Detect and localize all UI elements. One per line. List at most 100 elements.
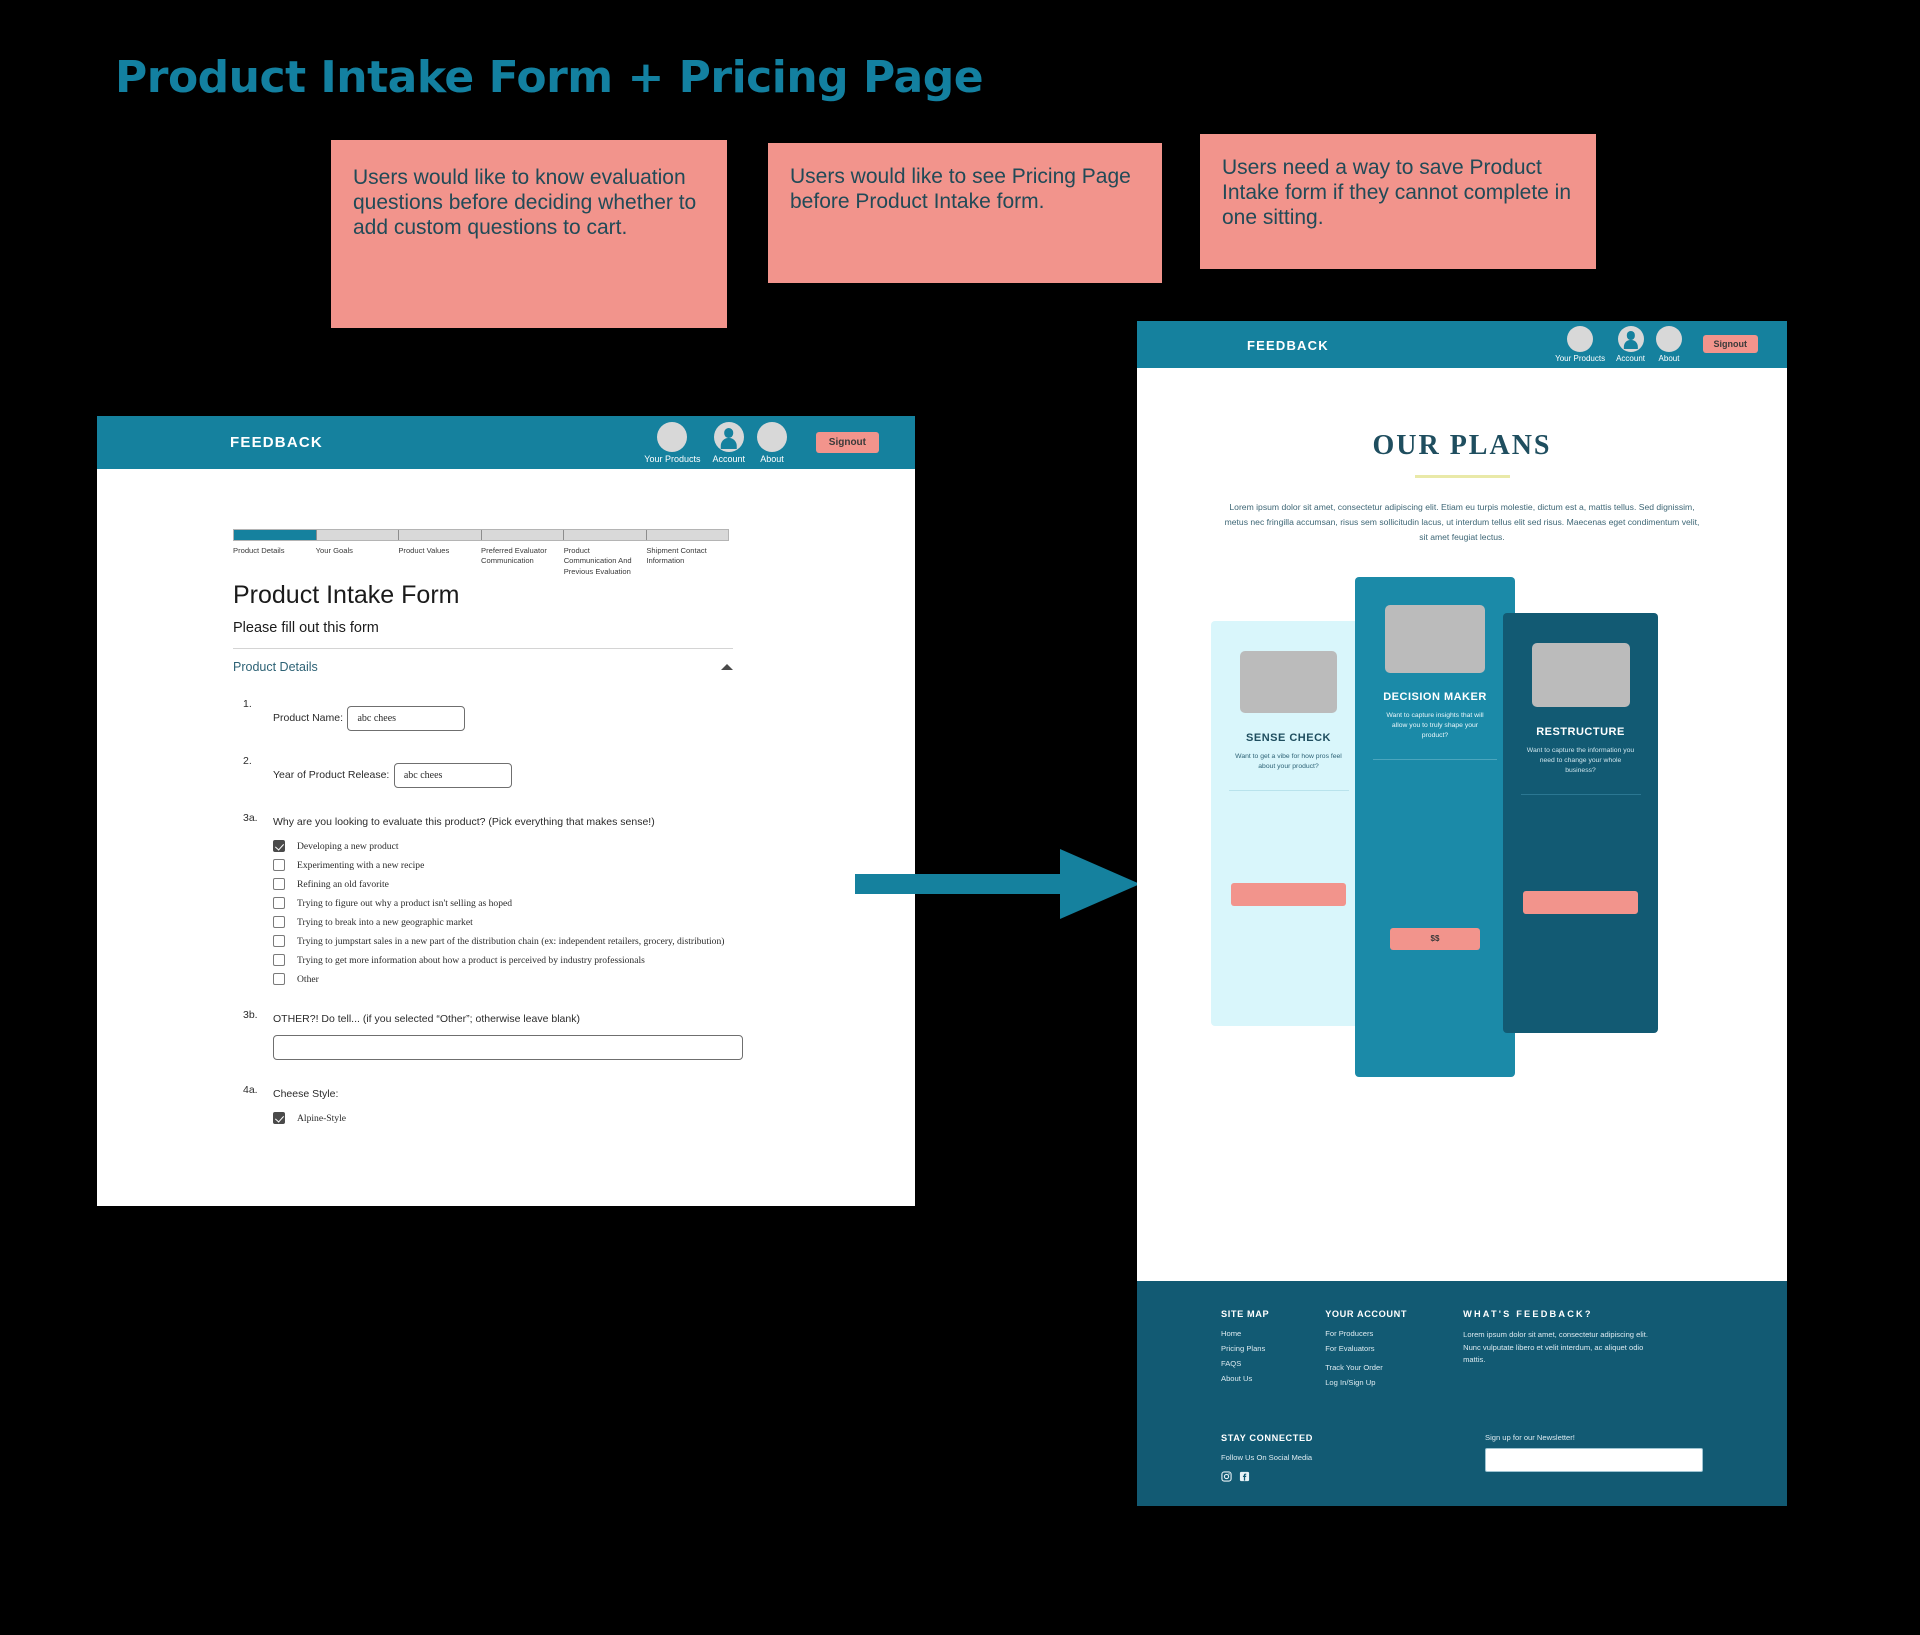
footer-heading: STAY CONNECTED [1221,1433,1313,1443]
facebook-icon[interactable] [1239,1471,1250,1482]
checkbox-group-3a: Developing a new product Experimenting w… [273,840,733,985]
nav-item-account[interactable]: Account [712,422,745,464]
progress-segment-1[interactable] [234,530,317,540]
progress-labels: Product Details Your Goals Product Value… [233,546,729,577]
product-name-input[interactable] [347,706,466,731]
checkbox-label: Trying to jumpstart sales in a new part … [297,935,725,947]
checkbox-checked-icon[interactable] [273,1112,285,1124]
footer-link[interactable]: Pricing Plans [1221,1344,1269,1353]
checkbox-icon[interactable] [273,897,285,909]
plan-cta-button[interactable] [1231,882,1346,906]
plan-cta-button[interactable]: $$ [1390,927,1480,950]
pricing-navbar: FEEDBACK Your Products Account About Sig… [1137,321,1787,368]
other-detail-input[interactable] [273,1035,743,1060]
circle-avatar-icon [657,422,688,452]
plan-card-sense-check[interactable]: SENSE CHECK Want to get a vibe for how p… [1211,621,1366,1027]
footer-link[interactable]: FAQS [1221,1359,1269,1368]
question-2: 2. Year of Product Release: [233,755,733,788]
year-of-release-input[interactable] [393,763,512,788]
progress-step-label: Product Values [398,546,450,555]
footer-columns: SITE MAP Home Pricing Plans FAQS About U… [1221,1309,1703,1393]
footer-subtext: Follow Us On Social Media [1221,1453,1313,1462]
footer-column-whats-feedback: WHAT'S FEEDBACK? Lorem ipsum dolor sit a… [1463,1309,1653,1393]
checkbox-option[interactable]: Experimenting with a new recipe [273,859,733,871]
circle-avatar-icon [1567,326,1594,352]
footer-link[interactable]: For Producers [1325,1329,1407,1338]
product-intake-form-screenshot: FEEDBACK Your Products Account About Sig… [97,416,915,1206]
checkbox-label: Other [297,973,319,985]
flow-arrow [855,849,1140,919]
progress-segment-2[interactable] [316,530,399,540]
progress-step-label: Shipment Contact Information [646,546,707,566]
nav-label: About [1658,354,1680,363]
progress-segment-5[interactable] [564,530,647,540]
footer-link[interactable]: Log In/Sign Up [1325,1378,1407,1387]
checkbox-option[interactable]: Developing a new product [273,840,733,852]
nav-label: About [760,454,784,464]
plan-image-placeholder [1240,651,1337,714]
nav-item-your-products[interactable]: Your Products [1555,326,1605,363]
question-text: OTHER?! Do tell... (if you selected “Oth… [273,1013,580,1025]
checkbox-icon[interactable] [273,935,285,947]
checkbox-option[interactable]: Alpine-Style [273,1112,733,1124]
progress-segment-4[interactable] [481,530,564,540]
footer-link[interactable]: About Us [1221,1374,1269,1383]
nav-label: Your Products [1555,354,1606,363]
sticky-note-text: Users would like to see Pricing Page bef… [790,165,1131,213]
checkbox-group-4a: Alpine-Style [273,1112,733,1124]
question-number: 1. [243,698,252,710]
newsletter-label: Sign up for our Newsletter! [1485,1433,1575,1442]
question-3a: 3a. Why are you looking to evaluate this… [233,812,733,985]
person-account-icon [713,422,744,452]
checkbox-icon[interactable] [273,878,285,890]
brand-logo: FEEDBACK [230,434,323,451]
footer-link[interactable]: Track Your Order [1325,1363,1407,1372]
sticky-note-2: Users would like to see Pricing Page bef… [768,143,1162,283]
plan-card-decision-maker[interactable]: DECISION MAKER Want to capture insights … [1355,577,1515,1078]
checkbox-checked-icon[interactable] [273,840,285,852]
footer-link[interactable]: For Evaluators [1325,1344,1407,1353]
checkbox-icon[interactable] [273,954,285,966]
newsletter-block: Sign up for our Newsletter! [1485,1433,1703,1472]
progress-segment-3[interactable] [399,530,482,540]
circle-avatar-icon [1656,326,1682,352]
instagram-icon[interactable] [1221,1471,1232,1482]
section-header-product-details[interactable]: Product Details [233,660,733,674]
newsletter-input[interactable] [1485,1448,1703,1472]
checkbox-icon[interactable] [273,973,285,985]
nav-item-your-products[interactable]: Your Products [644,422,700,464]
intake-brand-wrap: FEEDBACK [230,434,323,452]
checkbox-icon[interactable] [273,916,285,928]
signout-button[interactable]: Signout [1702,335,1758,353]
intake-form-body: Product Intake Form Please fill out this… [233,581,743,1131]
question-text: Why are you looking to evaluate this pro… [273,816,655,828]
checkbox-option[interactable]: Other [273,973,733,985]
plan-card-restructure[interactable]: RESTRUCTURE Want to capture the informat… [1503,613,1658,1034]
checkbox-option[interactable]: Trying to get more information about how… [273,954,733,966]
signout-button[interactable]: Signout [815,432,879,453]
plans-header: OUR PLANS Lorem ipsum dolor sit amet, co… [1137,430,1787,545]
sticky-note-text: Users would like to know evaluation ques… [353,166,697,239]
checkbox-option[interactable]: Trying to jumpstart sales in a new part … [273,935,733,947]
checkbox-icon[interactable] [273,859,285,871]
sticky-note-text: Users need a way to save Product Intake … [1222,156,1572,229]
checkbox-option[interactable]: Trying to figure out why a product isn't… [273,897,733,909]
chevron-up-icon[interactable] [721,664,733,670]
form-divider [233,648,733,649]
nav-item-account[interactable]: Account [1616,326,1645,363]
nav-label: Your Products [644,454,701,464]
plan-description: Want to capture insights that will allow… [1386,712,1484,739]
checkbox-option[interactable]: Refining an old favorite [273,878,733,890]
nav-item-about[interactable]: About [1656,326,1682,363]
plan-cards: SENSE CHECK Want to get a vibe for how p… [1137,577,1787,1097]
nav-item-about[interactable]: About [757,422,787,464]
progress-segment-6[interactable] [646,530,728,540]
checkbox-label: Trying to figure out why a product isn't… [297,897,513,909]
plan-cta-button[interactable] [1523,890,1638,914]
form-progress-stepper: Product Details Your Goals Product Value… [233,529,729,577]
footer-link[interactable]: Home [1221,1329,1269,1338]
checkbox-option[interactable]: Trying to break into a new geographic ma… [273,916,733,928]
intake-navbar: FEEDBACK Your Products Account About Sig… [97,416,915,469]
plan-name: DECISION MAKER [1383,691,1487,704]
heading-underline [1414,475,1510,478]
